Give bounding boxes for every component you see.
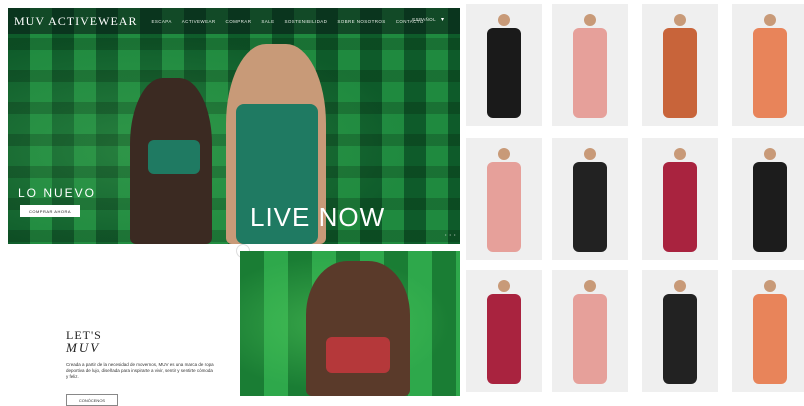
garment — [573, 162, 607, 252]
garment — [573, 28, 607, 118]
model-red-top — [326, 337, 390, 373]
garment — [753, 294, 787, 384]
product-tile-black-bra-leggings[interactable] — [552, 138, 628, 260]
product-tile-orange-jumpsuit[interactable] — [732, 4, 804, 126]
nav-item-activewear[interactable]: ACTIVEWEAR — [182, 19, 216, 24]
model-head — [498, 148, 510, 160]
nav-item-comprar[interactable]: COMPRAR — [226, 19, 252, 24]
garment — [487, 294, 521, 384]
garment — [663, 28, 697, 118]
hero-banner: MUV ACTIVEWEAR ESCAPA ACTIVEWEAR COMPRAR… — [8, 8, 460, 244]
product-tile-black-oversized-top[interactable] — [732, 138, 804, 260]
about-section: LET'S MUV Creada a partir de la necesida… — [8, 244, 240, 406]
brand-logo[interactable]: MUV ACTIVEWEAR — [14, 14, 137, 29]
product-tile-orange-set-ball[interactable] — [732, 270, 804, 392]
chevron-down-icon[interactable]: ▾ — [441, 16, 444, 23]
product-tile-orange-bra-burgundy-shorts[interactable] — [642, 138, 718, 260]
hero-tag: LO NUEVO — [18, 186, 97, 200]
garment — [753, 162, 787, 252]
model-smiling — [306, 261, 410, 396]
model-head — [584, 148, 596, 160]
garment — [753, 28, 787, 118]
about-title-line2: MUV — [66, 340, 101, 355]
model-head — [764, 14, 776, 26]
garment — [487, 162, 521, 252]
site-header: MUV ACTIVEWEAR ESCAPA ACTIVEWEAR COMPRAR… — [8, 8, 460, 34]
garment — [663, 162, 697, 252]
garment — [573, 294, 607, 384]
about-description: Creada a partir de la necesidad de mover… — [66, 362, 214, 379]
nav-item-sostenibilidad[interactable]: SOSTENIBILIDAD — [284, 19, 327, 24]
nav-item-sale[interactable]: SALE — [261, 19, 274, 24]
model-head — [498, 14, 510, 26]
product-tile-pink-pullover[interactable] — [552, 270, 628, 392]
model-head — [584, 14, 596, 26]
model-head — [584, 280, 596, 292]
nav-item-escapa[interactable]: ESCAPA — [151, 19, 171, 24]
shop-now-button[interactable]: COMPRAR AHORA — [20, 205, 80, 217]
model-head — [674, 148, 686, 160]
product-grid — [466, 4, 804, 396]
model-head — [764, 280, 776, 292]
product-tile-orange-burgundy-bra[interactable] — [642, 4, 718, 126]
main-nav: ESCAPA ACTIVEWEAR COMPRAR SALE SOSTENIBI… — [151, 19, 423, 24]
product-tile-burgundy-bra-shorts[interactable] — [466, 270, 542, 392]
model-head — [674, 14, 686, 26]
website-preview: MUV ACTIVEWEAR ESCAPA ACTIVEWEAR COMPRAR… — [8, 8, 460, 406]
product-tile-black-jacket-joggers[interactable] — [466, 4, 542, 126]
language-selector[interactable]: ESPAÑOL — [412, 17, 436, 22]
model-head — [498, 280, 510, 292]
model-head — [674, 280, 686, 292]
model-photo — [240, 251, 460, 396]
model-left-top — [148, 140, 200, 174]
product-tile-black-bra-leggings-2[interactable] — [642, 270, 718, 392]
nav-item-sobre-nosotros[interactable]: SOBRE NOSOTROS — [337, 19, 385, 24]
model-head — [764, 148, 776, 160]
hero-headline: LIVE NOW — [250, 202, 386, 232]
garment — [487, 28, 521, 118]
product-tile-pink-joggers-set[interactable] — [466, 138, 542, 260]
carousel-dots[interactable]: • • • — [445, 232, 456, 237]
product-tile-pink-sweat-set[interactable] — [552, 4, 628, 126]
garment — [663, 294, 697, 384]
